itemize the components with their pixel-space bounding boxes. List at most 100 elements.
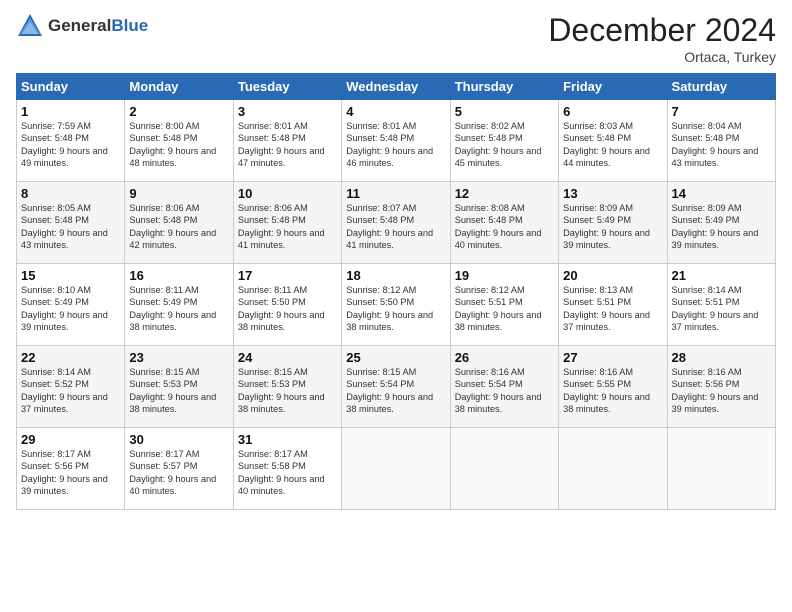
day-number: 19 — [455, 268, 554, 283]
calendar-cell: 13Sunrise: 8:09 AMSunset: 5:49 PMDayligh… — [559, 182, 667, 264]
calendar-cell: 3 Sunrise: 8:01 AMSunset: 5:48 PMDaylight… — [233, 100, 341, 182]
day-number: 9 — [129, 186, 228, 201]
day-number: 28 — [672, 350, 771, 365]
cell-text: Sunrise: 8:01 AMSunset: 5:48 PMDaylight:… — [238, 121, 325, 168]
calendar-cell: 5 Sunrise: 8:02 AMSunset: 5:48 PMDaylight… — [450, 100, 558, 182]
calendar-cell: 14Sunrise: 8:09 AMSunset: 5:49 PMDayligh… — [667, 182, 775, 264]
day-number: 25 — [346, 350, 445, 365]
calendar-cell: 23Sunrise: 8:15 AMSunset: 5:53 PMDayligh… — [125, 346, 233, 428]
day-number: 22 — [21, 350, 120, 365]
cell-text: Sunrise: 8:14 AMSunset: 5:51 PMDaylight:… — [672, 285, 759, 332]
calendar-cell: 11Sunrise: 8:07 AMSunset: 5:48 PMDayligh… — [342, 182, 450, 264]
cell-text: Sunrise: 8:15 AMSunset: 5:54 PMDaylight:… — [346, 367, 433, 414]
calendar-cell: 19 Sunrise: 8:12 AMSunset: 5:51 PMDayligh… — [450, 264, 558, 346]
day-number: 10 — [238, 186, 337, 201]
calendar-cell: 30Sunrise: 8:17 AMSunset: 5:57 PMDayligh… — [125, 428, 233, 510]
cell-text: Sunrise: 8:12 AMSunset: 5:51 PMDaylight:… — [455, 285, 542, 332]
logo-general-text: General — [48, 16, 111, 35]
day-header-saturday: Saturday — [667, 74, 775, 100]
cell-text: Sunrise: 8:17 AMSunset: 5:58 PMDaylight:… — [238, 449, 325, 496]
calendar-cell: 15 Sunrise: 8:10 AMSunset: 5:49 PMDayligh… — [17, 264, 125, 346]
cell-text: Sunrise: 8:00 AMSunset: 5:48 PMDaylight:… — [129, 121, 216, 168]
calendar-table: SundayMondayTuesdayWednesdayThursdayFrid… — [16, 73, 776, 510]
week-row-5: 29 Sunrise: 8:17 AMSunset: 5:56 PMDayligh… — [17, 428, 776, 510]
calendar-cell: 21 Sunrise: 8:14 AMSunset: 5:51 PMDayligh… — [667, 264, 775, 346]
calendar-cell — [667, 428, 775, 510]
calendar-cell: 27 Sunrise: 8:16 AMSunset: 5:55 PMDayligh… — [559, 346, 667, 428]
calendar-cell: 17Sunrise: 8:11 AMSunset: 5:50 PMDayligh… — [233, 264, 341, 346]
calendar-cell — [559, 428, 667, 510]
day-number: 7 — [672, 104, 771, 119]
day-number: 21 — [672, 268, 771, 283]
logo-text: GeneralBlue — [48, 17, 148, 36]
cell-text: Sunrise: 8:17 AMSunset: 5:56 PMDaylight:… — [21, 449, 108, 496]
day-number: 3 — [238, 104, 337, 119]
day-number: 4 — [346, 104, 445, 119]
day-number: 31 — [238, 432, 337, 447]
cell-text: Sunrise: 8:16 AMSunset: 5:54 PMDaylight:… — [455, 367, 542, 414]
calendar-cell: 24 Sunrise: 8:15 AMSunset: 5:53 PMDayligh… — [233, 346, 341, 428]
calendar-cell: 6 Sunrise: 8:03 AMSunset: 5:48 PMDaylight… — [559, 100, 667, 182]
day-number: 26 — [455, 350, 554, 365]
calendar-cell: 29 Sunrise: 8:17 AMSunset: 5:56 PMDayligh… — [17, 428, 125, 510]
day-number: 20 — [563, 268, 662, 283]
logo-icon — [16, 12, 44, 40]
cell-text: Sunrise: 8:04 AMSunset: 5:48 PMDaylight:… — [672, 121, 759, 168]
day-number: 1 — [21, 104, 120, 119]
calendar-cell: 4 Sunrise: 8:01 AMSunset: 5:48 PMDaylight… — [342, 100, 450, 182]
cell-text: Sunrise: 8:05 AMSunset: 5:48 PMDaylight:… — [21, 203, 108, 250]
header-row: SundayMondayTuesdayWednesdayThursdayFrid… — [17, 74, 776, 100]
cell-text: Sunrise: 8:16 AMSunset: 5:56 PMDaylight:… — [672, 367, 759, 414]
week-row-1: 1 Sunrise: 7:59 AMSunset: 5:48 PMDaylight… — [17, 100, 776, 182]
calendar-cell: 22 Sunrise: 8:14 AMSunset: 5:52 PMDayligh… — [17, 346, 125, 428]
day-number: 6 — [563, 104, 662, 119]
cell-text: Sunrise: 8:11 AMSunset: 5:49 PMDaylight:… — [129, 285, 216, 332]
cell-text: Sunrise: 7:59 AMSunset: 5:48 PMDaylight:… — [21, 121, 108, 168]
cell-text: Sunrise: 8:08 AMSunset: 5:48 PMDaylight:… — [455, 203, 542, 250]
calendar-cell: 16 Sunrise: 8:11 AMSunset: 5:49 PMDayligh… — [125, 264, 233, 346]
header: GeneralBlue December 2024 Ortaca, Turkey — [16, 12, 776, 65]
calendar-cell: 1 Sunrise: 7:59 AMSunset: 5:48 PMDaylight… — [17, 100, 125, 182]
cell-text: Sunrise: 8:07 AMSunset: 5:48 PMDaylight:… — [346, 203, 433, 250]
day-header-friday: Friday — [559, 74, 667, 100]
calendar-cell: 31 Sunrise: 8:17 AMSunset: 5:58 PMDayligh… — [233, 428, 341, 510]
day-header-monday: Monday — [125, 74, 233, 100]
day-number: 24 — [238, 350, 337, 365]
cell-text: Sunrise: 8:16 AMSunset: 5:55 PMDaylight:… — [563, 367, 650, 414]
logo-blue-text: Blue — [111, 16, 148, 35]
day-number: 27 — [563, 350, 662, 365]
day-header-sunday: Sunday — [17, 74, 125, 100]
cell-text: Sunrise: 8:03 AMSunset: 5:48 PMDaylight:… — [563, 121, 650, 168]
calendar-cell: 7 Sunrise: 8:04 AMSunset: 5:48 PMDaylight… — [667, 100, 775, 182]
cell-text: Sunrise: 8:06 AMSunset: 5:48 PMDaylight:… — [238, 203, 325, 250]
cell-text: Sunrise: 8:13 AMSunset: 5:51 PMDaylight:… — [563, 285, 650, 332]
cell-text: Sunrise: 8:02 AMSunset: 5:48 PMDaylight:… — [455, 121, 542, 168]
calendar-cell: 12Sunrise: 8:08 AMSunset: 5:48 PMDayligh… — [450, 182, 558, 264]
day-number: 14 — [672, 186, 771, 201]
cell-text: Sunrise: 8:12 AMSunset: 5:50 PMDaylight:… — [346, 285, 433, 332]
day-number: 18 — [346, 268, 445, 283]
week-row-2: 8Sunrise: 8:05 AMSunset: 5:48 PMDaylight… — [17, 182, 776, 264]
cell-text: Sunrise: 8:01 AMSunset: 5:48 PMDaylight:… — [346, 121, 433, 168]
cell-text: Sunrise: 8:09 AMSunset: 5:49 PMDaylight:… — [563, 203, 650, 250]
cell-text: Sunrise: 8:10 AMSunset: 5:49 PMDaylight:… — [21, 285, 108, 332]
day-header-wednesday: Wednesday — [342, 74, 450, 100]
location: Ortaca, Turkey — [548, 49, 776, 65]
week-row-3: 15 Sunrise: 8:10 AMSunset: 5:49 PMDayligh… — [17, 264, 776, 346]
day-number: 17 — [238, 268, 337, 283]
cell-text: Sunrise: 8:15 AMSunset: 5:53 PMDaylight:… — [238, 367, 325, 414]
cell-text: Sunrise: 8:14 AMSunset: 5:52 PMDaylight:… — [21, 367, 108, 414]
day-number: 30 — [129, 432, 228, 447]
day-header-thursday: Thursday — [450, 74, 558, 100]
calendar-cell: 10 Sunrise: 8:06 AMSunset: 5:48 PMDayligh… — [233, 182, 341, 264]
calendar-cell: 2Sunrise: 8:00 AMSunset: 5:48 PMDaylight… — [125, 100, 233, 182]
day-number: 5 — [455, 104, 554, 119]
calendar-cell: 28 Sunrise: 8:16 AMSunset: 5:56 PMDayligh… — [667, 346, 775, 428]
week-row-4: 22 Sunrise: 8:14 AMSunset: 5:52 PMDayligh… — [17, 346, 776, 428]
day-number: 16 — [129, 268, 228, 283]
calendar-cell: 25 Sunrise: 8:15 AMSunset: 5:54 PMDayligh… — [342, 346, 450, 428]
day-number: 15 — [21, 268, 120, 283]
calendar-cell: 9Sunrise: 8:06 AMSunset: 5:48 PMDaylight… — [125, 182, 233, 264]
calendar-cell: 18 Sunrise: 8:12 AMSunset: 5:50 PMDayligh… — [342, 264, 450, 346]
day-number: 29 — [21, 432, 120, 447]
